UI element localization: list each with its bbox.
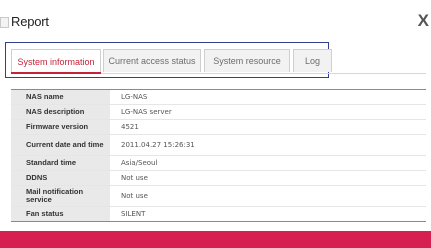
row-label-nas-description: NAS description (11, 104, 110, 120)
table-row: NAS name LG-NAS (11, 89, 426, 105)
row-value-nas-name: LG-NAS (110, 89, 426, 105)
tab-system-information[interactable]: System information (11, 49, 101, 73)
table-row: Firmware version 4521 (11, 119, 426, 135)
row-value-nas-description: LG-NAS server (110, 104, 426, 120)
table-row: DDNS Not use (11, 170, 426, 186)
row-label-mail-notification: Mail notification service (11, 185, 110, 207)
row-label-standard-time: Standard time (11, 155, 110, 171)
row-value-ddns: Not use (110, 170, 426, 186)
table-row: Fan status SILENT (11, 206, 426, 222)
table-row: Current date and time 2011.04.27 15:26:3… (11, 134, 426, 156)
row-value-mail-notification: Not use (110, 185, 426, 207)
tab-current-access-status[interactable]: Current access status (103, 49, 201, 72)
row-label-fan-status: Fan status (11, 206, 110, 222)
row-value-standard-time: Asia/Seoul (110, 155, 426, 171)
table-row: Standard time Asia/Seoul (11, 155, 426, 171)
system-info-table: NAS name LG-NAS NAS description LG-NAS s… (11, 89, 426, 222)
report-dialog: Report X System information Current acce… (0, 0, 431, 248)
tab-log[interactable]: Log (293, 49, 332, 72)
active-tab-indicator (11, 72, 101, 74)
bottom-bar (0, 231, 431, 248)
table-row: NAS description LG-NAS server (11, 104, 426, 120)
row-value-fan-status: SILENT (121, 210, 146, 218)
dialog-title: Report (11, 14, 49, 29)
close-button[interactable]: X (418, 12, 429, 29)
table-row: Mail notification service Not use (11, 185, 426, 207)
tab-system-resource[interactable]: System resource (204, 49, 290, 72)
row-value-current-date-time: 2011.04.27 15:26:31 (110, 134, 426, 156)
row-label-ddns: DDNS (11, 170, 110, 186)
row-label-nas-name: NAS name (11, 89, 110, 105)
tab-divider (101, 73, 426, 74)
row-label-firmware-version: Firmware version (11, 119, 110, 135)
row-label-current-date-time: Current date and time (11, 134, 110, 156)
report-icon (0, 17, 9, 28)
row-value-firmware-version: 4521 (110, 119, 426, 135)
